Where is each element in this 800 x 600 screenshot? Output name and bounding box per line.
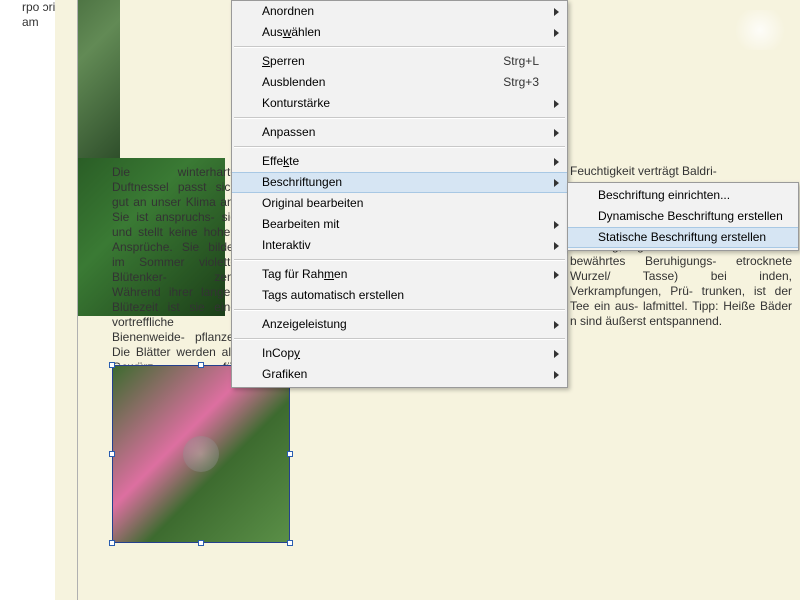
menu-label: Original bearbeiten — [262, 196, 363, 210]
menu-label: Auswählen — [262, 25, 321, 39]
menu-label: Tag für Rahmen — [262, 267, 347, 281]
image-selected[interactable] — [112, 365, 290, 543]
context-menu: Anordnen Auswählen Sperren Strg+L Ausblen… — [231, 0, 568, 388]
menu-separator — [234, 117, 565, 119]
selection-handle-sw[interactable] — [109, 540, 115, 546]
submenu-item-einrichten[interactable]: Beschriftung einrichten... — [568, 185, 798, 206]
menu-label: Effekte — [262, 154, 299, 168]
menu-label: InCopy — [262, 346, 300, 360]
page-gutter — [55, 0, 78, 600]
menu-item-auswaehlen[interactable]: Auswählen — [232, 22, 567, 43]
menu-separator — [234, 46, 565, 48]
menu-item-anzeigeleistung[interactable]: Anzeigeleistung — [232, 314, 567, 335]
submenu-arrow-icon — [554, 100, 559, 108]
menu-label: Sperren — [262, 54, 305, 68]
menu-item-anpassen[interactable]: Anpassen — [232, 122, 567, 143]
menu-item-konturstaerke[interactable]: Konturstärke — [232, 93, 567, 114]
selection-handle-nw[interactable] — [109, 362, 115, 368]
submenu-arrow-icon — [554, 271, 559, 279]
menu-label: Dynamische Beschriftung erstellen — [598, 209, 783, 223]
submenu-arrow-icon — [554, 129, 559, 137]
menu-label: Konturstärke — [262, 96, 330, 110]
menu-label: Tags automatisch erstellen — [262, 288, 404, 302]
submenu-item-statische[interactable]: Statische Beschriftung erstellen — [568, 227, 798, 248]
menu-item-tags-auto[interactable]: Tags automatisch erstellen — [232, 285, 567, 306]
menu-label: Interaktiv — [262, 238, 311, 252]
submenu-arrow-icon — [554, 371, 559, 379]
selection-handle-s[interactable] — [198, 540, 204, 546]
menu-item-beschriftungen[interactable]: Beschriftungen — [232, 172, 567, 193]
menu-label: Anordnen — [262, 4, 314, 18]
menu-shortcut: Strg+3 — [503, 72, 539, 93]
menu-label: Beschriftungen — [262, 175, 342, 189]
menu-shortcut: Strg+L — [503, 51, 539, 72]
selection-handle-n[interactable] — [198, 362, 204, 368]
content-grabber-icon[interactable] — [183, 436, 219, 472]
menu-separator — [234, 338, 565, 340]
submenu-arrow-icon — [554, 29, 559, 37]
menu-item-interaktiv[interactable]: Interaktiv — [232, 235, 567, 256]
ruler-vertical: rpo ɔris am — [0, 0, 56, 600]
menu-separator — [234, 146, 565, 148]
menu-separator — [234, 259, 565, 261]
submenu-arrow-icon — [554, 158, 559, 166]
menu-item-incopy[interactable]: InCopy — [232, 343, 567, 364]
menu-item-bearbeiten-mit[interactable]: Bearbeiten mit — [232, 214, 567, 235]
menu-item-grafiken[interactable]: Grafiken — [232, 364, 567, 385]
submenu-arrow-icon — [554, 221, 559, 229]
menu-item-tag-fuer-rahmen[interactable]: Tag für Rahmen — [232, 264, 567, 285]
submenu-item-dynamische[interactable]: Dynamische Beschriftung erstellen — [568, 206, 798, 227]
menu-item-ausblenden[interactable]: Ausblenden Strg+3 — [232, 72, 567, 93]
submenu-arrow-icon — [554, 242, 559, 250]
menu-label: Bearbeiten mit — [262, 217, 339, 231]
menu-label: Beschriftung einrichten... — [598, 188, 730, 202]
menu-label: Grafiken — [262, 367, 307, 381]
submenu-arrow-icon — [554, 179, 559, 187]
document-canvas: rpo ɔris am Die winterharte Duftnessel p… — [0, 0, 800, 600]
selection-handle-e[interactable] — [287, 451, 293, 457]
menu-item-sperren[interactable]: Sperren Strg+L — [232, 51, 567, 72]
menu-label: Anzeigeleistung — [262, 317, 347, 331]
menu-label: Anpassen — [262, 125, 315, 139]
selection-handle-w[interactable] — [109, 451, 115, 457]
menu-separator — [234, 309, 565, 311]
menu-item-effekte[interactable]: Effekte — [232, 151, 567, 172]
menu-item-original-bearbeiten[interactable]: Original bearbeiten — [232, 193, 567, 214]
submenu-arrow-icon — [554, 8, 559, 16]
submenu-beschriftungen: Beschriftung einrichten... Dynamische Be… — [567, 182, 799, 251]
menu-label: Statische Beschriftung erstellen — [598, 230, 766, 244]
submenu-arrow-icon — [554, 321, 559, 329]
menu-label: Ausblenden — [262, 75, 325, 89]
submenu-arrow-icon — [554, 350, 559, 358]
selection-handle-se[interactable] — [287, 540, 293, 546]
menu-item-anordnen[interactable]: Anordnen — [232, 1, 567, 22]
